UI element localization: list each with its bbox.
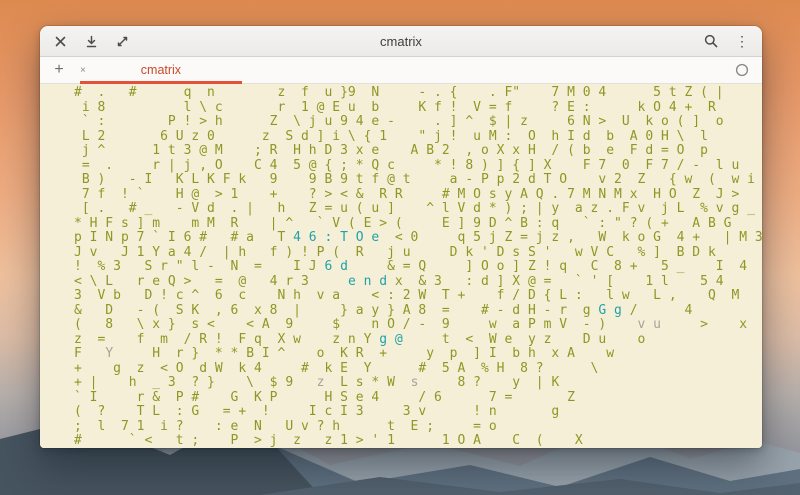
maximize-button[interactable] [112,31,132,51]
terminal-line: = . r | j , O C 4 5 @ { ; * Q c * ! 8 ) … [74,157,740,173]
terminal-line: ( 8 \ x } s < < A 9 $ n O / - 9 w a P m … [74,317,748,332]
terminal-line: 3 V b D ! c ^ 6 c N h v a < : 2 W T + f … [74,288,740,303]
active-tab-underline [80,81,242,84]
terminal-line: ` I r & P # G K P H S e 4 / 6 7 = Z [74,389,575,405]
terminal-screen[interactable]: # . # q n z f u }9 N - . { . F" 7 M 0 4 … [40,84,762,448]
terminal-line: ( ? T L : G = + ! I c I 3 3 v ! n g [74,404,560,419]
terminal-line: p I N p 7 ` I 6 # # a T 4 6 : T O e < 0 … [74,230,762,245]
terminal-window: cmatrix ⋮ + × cmatrix # . # q n z f u}9… [40,26,762,448]
tab-close-icon[interactable]: × [80,65,86,76]
close-window-button[interactable] [50,31,70,51]
download-button[interactable] [81,31,101,51]
titlebar-right-controls: ⋮ [701,31,752,51]
terminal-line: < \ L r e Q > = @ 4 r 3 e n d x & 3 : d … [74,273,724,289]
search-button[interactable] [701,31,721,51]
tab-bar: + × cmatrix [40,57,762,84]
maximize-icon [117,36,127,46]
menu-icon: ⋮ [735,33,749,49]
terminal-line: & D - ( S K , 6 x 8 | } a y } A 8 = # - … [74,302,693,318]
terminal-line: ! % 3 S r " l - N = I J 6 d & = Q ] O o … [74,259,748,274]
close-icon [55,36,65,46]
titlebar-left-controls [50,31,132,51]
terminal-line: j ^ 1 t 3 @ M ; R H h D 3 x e A B 2 , o … [74,143,708,158]
desktop-wallpaper: cmatrix ⋮ + × cmatrix # . # q n z f u}9… [0,0,800,495]
titlebar[interactable]: cmatrix ⋮ [40,26,762,57]
terminal-line: 7 f ! ` H @ > 1 + ? > < & R R # M O s y … [74,186,740,202]
terminal-line: # ` < t ; P > j z z 1 > ' 1 1 O A C ( X [74,433,583,448]
search-icon [704,34,718,48]
terminal-line: B ) - I K L K F k 9 9 B 9 t f @ t a - P … [74,172,755,187]
terminal-line: + | h _ 3 ? } \ $ 9 z L s * W s 8 ? y | … [74,375,560,390]
terminal-line: i 8 l \ c r 1 @ E u b K f ! V = f ? E : … [74,99,716,115]
terminal-line: J v J 1 Y a 4 / | h f ) ! P ( R j u D k … [74,244,716,260]
window-title: cmatrix [380,33,422,49]
terminal-line: * H F s ] m m M R | ^ ` V ( E > ( E ] 9 … [74,215,732,231]
menu-button[interactable]: ⋮ [732,31,752,51]
terminal-line: + g z < O d W k 4 # k E Y # 5 A % H 8 ? … [74,360,599,376]
tab-cmatrix[interactable]: × cmatrix [80,57,242,84]
terminal-line: z = f m / R ! F q X w z n Y g @ t < W e … [74,331,646,347]
new-tab-button[interactable]: + [48,59,70,81]
terminal-line: # . # q n z f u }9 N - . { . F" 7 M 0 4 … [74,85,724,100]
terminal-line: [ . # _ - V d . | h Z = u ( u ] ^ l V d … [74,201,755,216]
terminal-line: ` : P ! > h Z \ j u 9 4 e - . ] ^ $ | z … [74,114,724,129]
terminal-line: F Y H r } * * B I ^ o K R + y p ] I b h … [74,346,615,361]
download-icon [86,35,96,47]
terminal-line: L 2 6 U z 0 z S d ] i \ { 1 " j ! u M : … [74,128,708,144]
session-indicator-button[interactable] [732,60,752,80]
circle-icon [735,63,749,77]
tab-label: cmatrix [140,63,182,77]
terminal-line: ; l 7 1 i ? : e N U v ? h t E ; = o [74,418,497,434]
